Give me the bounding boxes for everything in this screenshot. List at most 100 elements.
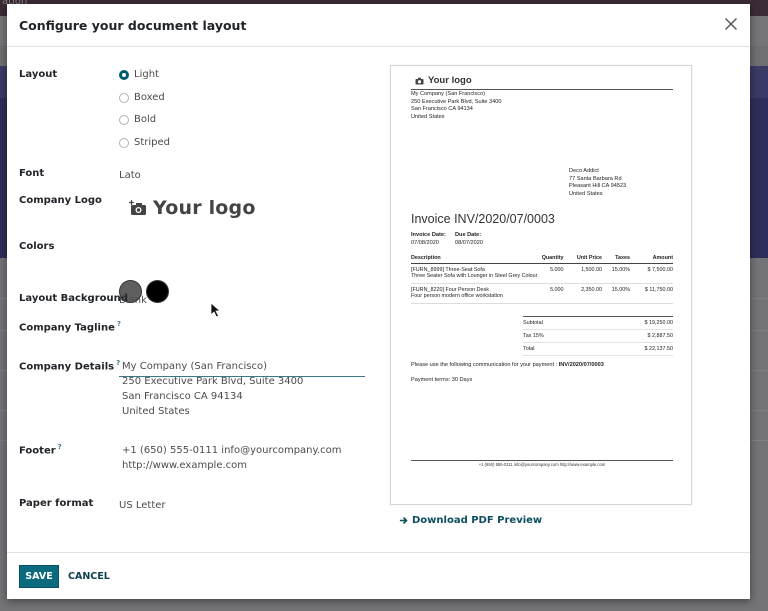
- line-taxes: 15.00%: [611, 287, 631, 293]
- company-details-line: My Company (San Francisco): [122, 361, 267, 372]
- preview-company-address: My Company (San Francisco) 250 Executive…: [411, 91, 502, 121]
- company-tagline-label-text: Company Tagline: [19, 322, 115, 334]
- company-tagline-label: Company Tagline?: [19, 320, 121, 333]
- company-logo-upload[interactable]: Your logo: [129, 197, 256, 219]
- preview-customer-line: Pleasant Hill CA 94523: [569, 183, 627, 190]
- preview-logo-text: Your logo: [428, 75, 472, 86]
- table-row-desc: Three Seater Sofa with Lounger in Steel …: [411, 273, 673, 284]
- company-details-editor[interactable]: My Company (San Francisco) 250 Executive…: [122, 359, 303, 419]
- dialog-body: Layout Light Boxed Bold Striped Font Lat…: [7, 47, 750, 552]
- invoice-preview: Your logo My Company (San Francisco) 250…: [390, 65, 692, 505]
- preview-customer-line: Deco Addict: [569, 168, 599, 174]
- layout-option-label: Boxed: [134, 92, 165, 103]
- close-button[interactable]: [722, 15, 740, 33]
- cancel-button[interactable]: CANCEL: [68, 565, 110, 588]
- dialog-header: Configure your document layout: [7, 4, 750, 47]
- radio-unchecked-icon[interactable]: [119, 92, 129, 103]
- download-link-label: Download PDF Preview: [412, 515, 543, 526]
- arrow-right-icon: [399, 517, 408, 524]
- preview-footer-text: +1 (650) 555-0111 info@yourcompany.com h…: [478, 462, 606, 467]
- totals-row: Total $ 22,137.50: [523, 342, 673, 356]
- preview-invoice-date: Invoice Date: 07/08/2020: [411, 232, 446, 247]
- layout-background-select[interactable]: Blank: [119, 295, 147, 306]
- preview-company-line: My Company (San Francisco): [411, 91, 485, 97]
- layout-option-bold[interactable]: Bold: [119, 114, 156, 125]
- logo-placeholder-text: Your logo: [153, 197, 256, 219]
- preview-invoice-date-value: 07/08/2020: [411, 239, 439, 246]
- preview-totals: Subtotal $ 19,250.00 Tax 15% $ 2,887.50 To…: [523, 316, 673, 356]
- col-unit-price: Unit Price: [563, 254, 603, 264]
- preview-invoice-date-label: Invoice Date:: [411, 232, 446, 238]
- line-qty: 5.000: [550, 287, 564, 293]
- font-label: Font: [19, 168, 45, 179]
- line-desc: Three Seater Sofa with Lounger in Steel …: [411, 273, 673, 284]
- preview-header-rule: [411, 89, 673, 90]
- preview-payment-communication: Please use the following communication f…: [411, 362, 604, 370]
- col-amount: Amount: [630, 254, 673, 264]
- close-icon: [725, 18, 737, 30]
- font-select[interactable]: Lato: [119, 170, 141, 181]
- line-price: 1,500.00: [581, 267, 603, 273]
- table-row: [FURN_8220] Four Person Desk 5.000 2,350…: [411, 284, 673, 293]
- colors-label: Colors: [19, 241, 55, 252]
- dialog-footer: SAVE CANCEL: [7, 552, 750, 599]
- preview-table-header: Description Quantity Unit Price Taxes Am…: [411, 254, 673, 264]
- document-layout-dialog: Configure your document layout Layout Li…: [7, 4, 750, 599]
- totals-label: Tax 15%: [523, 329, 587, 343]
- company-details-label-text: Company Details: [19, 361, 115, 373]
- footer-line: http://www.example.com: [122, 460, 248, 471]
- totals-value: $ 2,887.50: [586, 329, 673, 343]
- mouse-cursor-icon: [210, 302, 222, 318]
- company-details-line: 250 Executive Park Blvd, Suite 3400: [122, 376, 304, 387]
- totals-label: Subtotal: [523, 316, 587, 330]
- footer-editor[interactable]: +1 (650) 555-0111 info@yourcompany.com h…: [122, 443, 342, 473]
- footer-line: +1 (650) 555-0111 info@yourcompany.com: [122, 445, 342, 456]
- preview-company-line: 250 Executive Park Blvd, Suite 3400: [411, 98, 502, 105]
- payment-comm-text: Please use the following communication f…: [411, 362, 559, 368]
- line-amount: $ 11,750.00: [644, 287, 673, 293]
- layout-option-label: Striped: [134, 137, 171, 148]
- preview-lines-table: Description Quantity Unit Price Taxes Am…: [411, 254, 673, 304]
- radio-checked-icon[interactable]: [119, 69, 129, 80]
- preview-customer-address: Deco Addict 77 Santa Barbara Rd Pleasant…: [569, 168, 626, 198]
- line-name: [FURN_8999] Three-Seat Sofa: [411, 267, 485, 273]
- paper-format-select[interactable]: US Letter: [119, 500, 166, 511]
- table-row: [FURN_8999] Three-Seat Sofa 5.000 1,500.…: [411, 264, 673, 273]
- help-icon[interactable]: ?: [116, 359, 120, 367]
- layout-option-label: Bold: [134, 114, 157, 125]
- line-price: 2,350.00: [581, 287, 603, 293]
- totals-value: $ 22,137.50: [586, 342, 673, 356]
- col-description: Description: [411, 254, 531, 264]
- line-desc: Four person modern office workstation: [411, 293, 673, 304]
- col-taxes: Taxes: [602, 254, 631, 264]
- layout-option-striped[interactable]: Striped: [119, 137, 170, 148]
- totals-value: $ 19,250.00: [586, 316, 673, 330]
- save-button[interactable]: SAVE: [19, 565, 59, 588]
- layout-option-boxed[interactable]: Boxed: [119, 92, 165, 103]
- layout-background-label: Layout Background: [19, 293, 128, 304]
- preview-logo: Your logo: [415, 75, 472, 86]
- preview-due-date-label: Due Date:: [455, 232, 482, 238]
- layout-option-label: Light: [134, 69, 159, 80]
- company-details-line: United States: [122, 406, 190, 417]
- preview-payment-terms: Payment terms: 30 Days: [411, 377, 473, 383]
- company-details-line: San Francisco CA 94134: [122, 391, 243, 402]
- help-icon[interactable]: ?: [58, 443, 62, 451]
- paper-format-label: Paper format: [19, 498, 94, 509]
- line-qty: 5.000: [550, 267, 564, 273]
- radio-unchecked-icon[interactable]: [119, 114, 129, 125]
- totals-row: Subtotal $ 19,250.00: [523, 316, 673, 330]
- line-name: [FURN_8220] Four Person Desk: [411, 287, 489, 293]
- footer-label-text: Footer: [19, 445, 56, 457]
- totals-row: Tax 15% $ 2,887.50: [523, 329, 673, 343]
- payment-comm-ref: INV/2020/07/0003: [558, 362, 604, 368]
- layout-option-light[interactable]: Light: [119, 69, 159, 80]
- footer-label: Footer?: [19, 443, 62, 456]
- table-row-desc: Four person modern office workstation: [411, 293, 673, 304]
- help-icon[interactable]: ?: [117, 320, 121, 328]
- secondary-color-swatch[interactable]: [146, 280, 169, 303]
- download-pdf-preview-link[interactable]: Download PDF Preview: [399, 515, 542, 526]
- company-logo-label: Company Logo: [19, 195, 102, 206]
- radio-unchecked-icon[interactable]: [119, 137, 129, 148]
- camera-icon: [415, 77, 424, 84]
